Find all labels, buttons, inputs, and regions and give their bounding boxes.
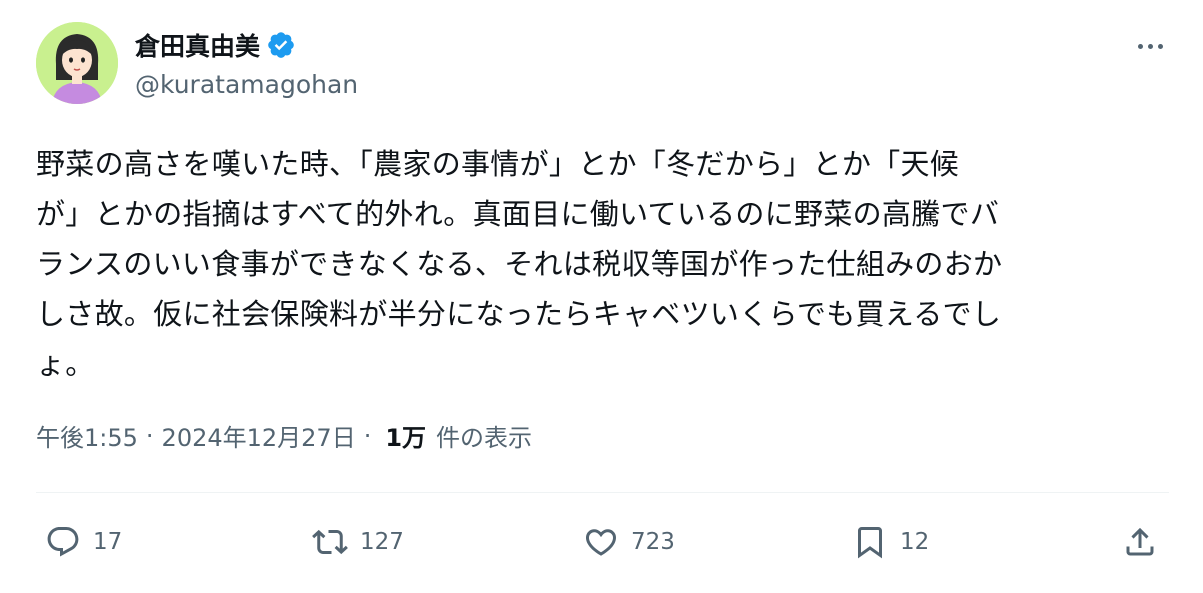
bookmark-count: 12 (900, 529, 930, 555)
bookmark-icon (858, 527, 882, 559)
share-icon (1126, 527, 1154, 556)
avatar-illustration (36, 22, 118, 104)
author-name-row: 倉田真由美 (135, 25, 296, 65)
more-options-icon[interactable] (1128, 34, 1172, 58)
more-dot (1157, 43, 1163, 49)
views-count[interactable]: 1万 (385, 418, 426, 453)
meta-separator: · (363, 421, 372, 450)
reply-count: 17 (93, 529, 123, 555)
author-display-name[interactable]: 倉田真由美 (135, 27, 260, 63)
bookmark-button[interactable]: 12 (852, 520, 929, 564)
meta-separator: · (145, 421, 154, 450)
heart-icon (585, 529, 617, 556)
tweet-text: 野菜の高さを嘆いた時、「農家の事情が」とか「冬だから」とか「天候 が」とかの指摘… (36, 147, 1003, 381)
retweet-icon (312, 529, 348, 555)
avatar[interactable] (36, 22, 118, 104)
share-button[interactable] (1122, 520, 1158, 564)
more-dot (1137, 43, 1143, 49)
verified-badge-icon[interactable] (266, 30, 296, 60)
more-dot (1147, 43, 1153, 49)
like-button[interactable]: 723 (583, 520, 675, 564)
tweet-time[interactable]: 午後1:55 (36, 418, 138, 453)
retweet-count: 127 (360, 529, 404, 555)
like-count: 723 (631, 529, 675, 555)
tweet-meta: 午後1:55 · 2024年12月27日 · 1万 件の表示 (36, 418, 532, 453)
divider (36, 492, 1169, 493)
reply-button[interactable]: 17 (45, 520, 122, 564)
views-label[interactable]: 件の表示 (436, 418, 532, 453)
author-handle[interactable]: @kuratamagohan (135, 70, 358, 99)
reply-icon (47, 527, 79, 557)
retweet-button[interactable]: 127 (312, 520, 404, 564)
tweet-date[interactable]: 2024年12月27日 (162, 418, 356, 453)
